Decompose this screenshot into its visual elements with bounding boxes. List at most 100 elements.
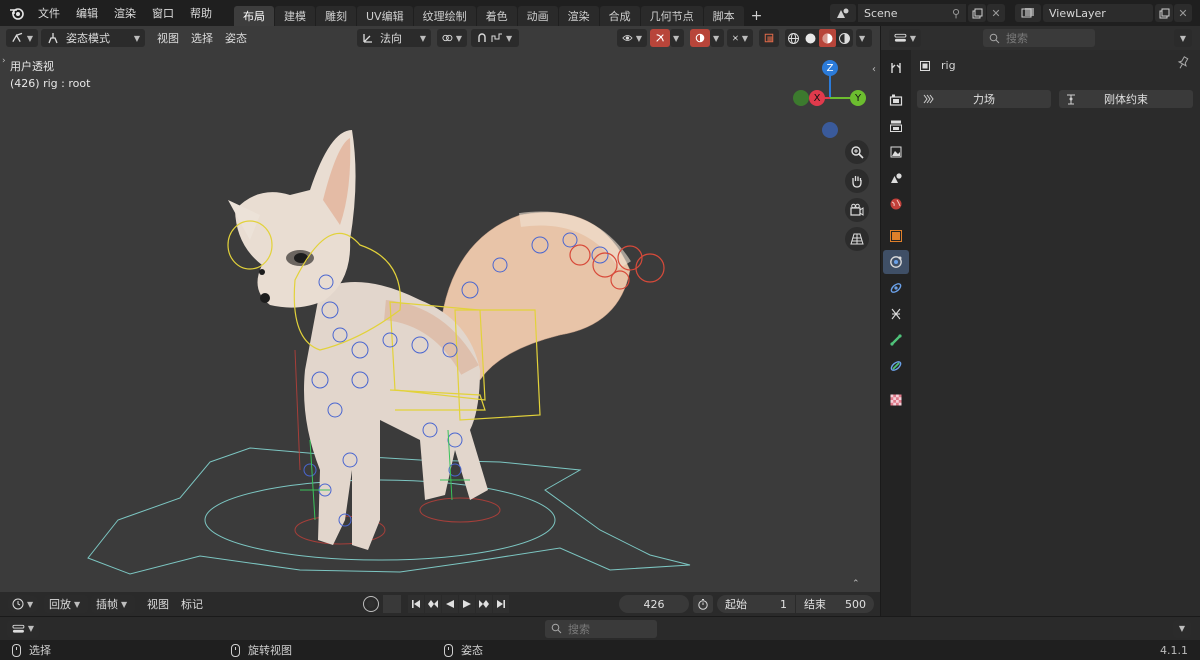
menu-help[interactable]: 帮助: [182, 5, 220, 21]
rigid-body-constraint-button[interactable]: 刚体约束: [1059, 90, 1193, 108]
properties-tab-bar: [881, 50, 911, 616]
current-frame-field[interactable]: 426: [619, 595, 689, 613]
particles-tab-icon[interactable]: [883, 302, 909, 326]
view-layer-icon[interactable]: [1015, 4, 1041, 22]
overlay-toggle-button[interactable]: [690, 29, 710, 47]
object-constraint-tab-icon[interactable]: [883, 276, 909, 300]
jump-start-icon[interactable]: [408, 595, 424, 613]
editor-type-button[interactable]: ▼: [6, 29, 38, 47]
menu-render[interactable]: 渲染: [106, 5, 144, 21]
secondary-options-dropdown[interactable]: ▼: [1173, 619, 1191, 638]
next-keyframe-icon[interactable]: [476, 595, 492, 613]
playback-label: 回放: [49, 598, 71, 611]
menu-select[interactable]: 选择: [185, 30, 219, 46]
tab-geometry-nodes[interactable]: 几何节点: [640, 6, 703, 26]
scene-icon[interactable]: [830, 4, 856, 22]
solid-shading-icon[interactable]: [802, 29, 819, 47]
menu-edit[interactable]: 编辑: [68, 5, 106, 21]
menu-window[interactable]: 窗口: [144, 5, 182, 21]
gizmo-z-axis[interactable]: Z: [822, 60, 838, 76]
pin-properties-icon[interactable]: [1177, 56, 1189, 73]
object-tab-icon[interactable]: [883, 224, 909, 248]
tab-layout[interactable]: 布局: [234, 6, 274, 26]
keying-set-field[interactable]: [383, 595, 401, 613]
add-workspace-button[interactable]: +: [745, 6, 769, 26]
pin-icon[interactable]: ⚲: [952, 7, 960, 20]
visibility-button[interactable]: ▼: [617, 29, 647, 47]
scroll-up-icon[interactable]: ⌃: [852, 579, 860, 589]
snap-button[interactable]: ▼: [471, 29, 519, 47]
tab-shading[interactable]: 着色: [476, 6, 517, 26]
tab-uv-editing[interactable]: UV编辑: [357, 6, 413, 26]
play-icon[interactable]: [459, 595, 475, 613]
overlay-dropdown[interactable]: ▼: [710, 29, 724, 47]
xray-toggle-button[interactable]: [759, 29, 779, 47]
close-view-layer-icon[interactable]: ✕: [1174, 4, 1192, 22]
blender-logo-icon[interactable]: [6, 2, 28, 24]
menu-view[interactable]: 视图: [151, 30, 185, 46]
keying-menu[interactable]: 插帧 ▼: [91, 595, 135, 613]
prev-keyframe-icon[interactable]: [425, 595, 441, 613]
gizmo-y-axis[interactable]: Y: [850, 90, 866, 106]
close-scene-icon[interactable]: ✕: [987, 4, 1005, 22]
tab-scripting[interactable]: 脚本: [703, 6, 744, 26]
pan-hand-icon[interactable]: [845, 169, 869, 193]
gizmo-x-axis[interactable]: X: [809, 90, 825, 106]
tab-compositing[interactable]: 合成: [599, 6, 640, 26]
tool-tab-icon[interactable]: [883, 56, 909, 80]
start-frame-label: 起始: [725, 598, 747, 611]
render-tab-icon[interactable]: [883, 88, 909, 112]
new-scene-icon[interactable]: [968, 4, 986, 22]
end-frame-field[interactable]: 结束 500: [796, 595, 874, 613]
properties-options-dropdown[interactable]: ▼: [1174, 29, 1192, 47]
jump-end-icon[interactable]: [493, 595, 509, 613]
tab-rendering[interactable]: 渲染: [558, 6, 599, 26]
scene-tab-icon[interactable]: [883, 166, 909, 190]
tab-animation[interactable]: 动画: [517, 6, 558, 26]
menu-file[interactable]: 文件: [30, 5, 68, 21]
tab-texture-paint[interactable]: 纹理绘制: [413, 6, 476, 26]
bone-constraint-tab-icon[interactable]: [883, 354, 909, 378]
bone-tab-icon[interactable]: [883, 328, 909, 352]
stopwatch-icon[interactable]: [693, 595, 713, 613]
timeline-menu-view[interactable]: 视图: [141, 596, 175, 612]
auto-keying-icon[interactable]: [363, 596, 379, 612]
new-view-layer-icon[interactable]: [1155, 4, 1173, 22]
playback-menu[interactable]: 回放 ▼: [44, 595, 88, 613]
start-frame-field[interactable]: 起始 1: [717, 595, 795, 613]
perspective-grid-icon[interactable]: [845, 227, 869, 251]
properties-editor-type-button[interactable]: ▼: [889, 29, 921, 47]
play-reverse-icon[interactable]: [442, 595, 458, 613]
scene-name-field[interactable]: Scene ⚲: [858, 4, 966, 22]
rendered-shading-icon[interactable]: [836, 29, 853, 47]
view-layer-field[interactable]: ViewLayer: [1043, 4, 1153, 22]
force-field-button[interactable]: 力场: [917, 90, 1051, 108]
physics-tab-icon[interactable]: [883, 250, 909, 274]
pivot-point-button[interactable]: ▼: [437, 29, 467, 47]
material-shading-icon[interactable]: [819, 29, 836, 47]
tab-modeling[interactable]: 建模: [275, 6, 315, 26]
tab-sculpting[interactable]: 雕刻: [316, 6, 356, 26]
camera-view-icon[interactable]: [845, 198, 869, 222]
gizmo-dropdown[interactable]: ▼: [670, 29, 684, 47]
shading-dropdown[interactable]: ▼: [856, 29, 872, 47]
view-layer-tab-icon[interactable]: [883, 140, 909, 164]
bone-overlay-button[interactable]: ▼: [727, 29, 753, 47]
wireframe-shading-icon[interactable]: [785, 29, 802, 47]
timeline-menu-marker[interactable]: 标记: [175, 596, 209, 612]
secondary-search-input[interactable]: 搜索: [545, 619, 657, 638]
secondary-editor-type-button[interactable]: ▼: [7, 619, 39, 638]
texture-tab-icon[interactable]: [883, 388, 909, 412]
view-layer-name: ViewLayer: [1049, 6, 1106, 20]
menu-pose[interactable]: 姿态: [219, 30, 253, 46]
gizmo-toggle-button[interactable]: [650, 29, 670, 47]
properties-search-input[interactable]: 搜索: [983, 29, 1095, 47]
world-tab-icon[interactable]: [883, 192, 909, 216]
transform-orientation-selector[interactable]: 法向 ▼: [357, 29, 431, 47]
zoom-icon[interactable]: [845, 140, 869, 164]
timeline-editor-type-button[interactable]: ▼: [7, 595, 39, 613]
mode-selector[interactable]: 姿态模式 ▼: [41, 29, 145, 47]
status-rotate-hint: 旋转视图: [248, 644, 292, 657]
3d-viewport[interactable]: ▼ 姿态模式 ▼ 视图 选择 姿态 法向 ▼ ▼ ▼ ▼ ▼ ▼ ▼ ▼ › 用…: [0, 26, 880, 592]
output-tab-icon[interactable]: [883, 114, 909, 138]
